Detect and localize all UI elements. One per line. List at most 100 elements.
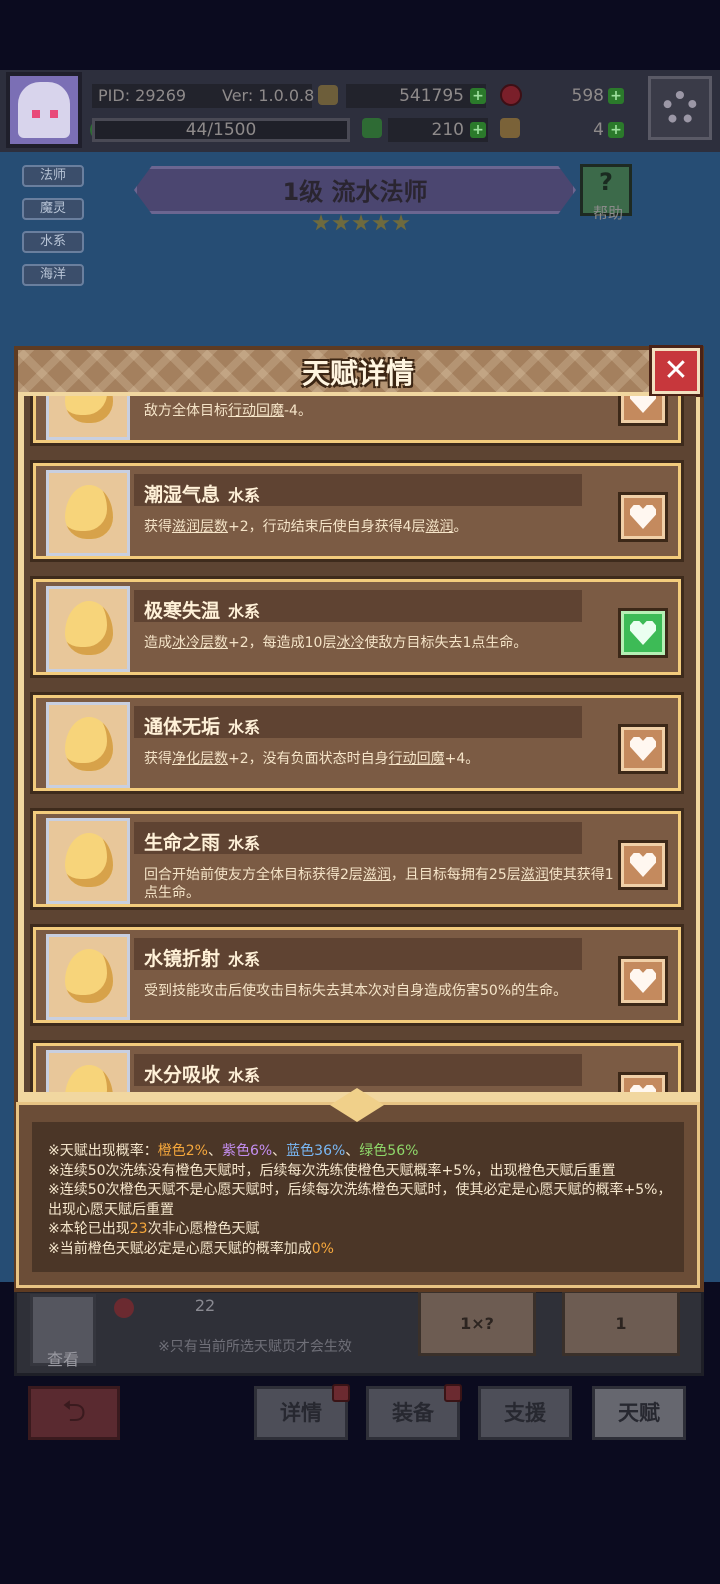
talent-card[interactable]: 水镜折射 水系受到技能攻击后使攻击目标失去其本次对自身造成伤害50%的生命。 xyxy=(30,924,684,1026)
wish-favorite-button[interactable] xyxy=(618,956,668,1006)
keyword-link[interactable]: 行动回魔 xyxy=(228,403,284,419)
add-gold-icon[interactable]: + xyxy=(470,88,486,104)
talent-card[interactable]: 通体无垢 水系 获得净化层数+2，没有负面状态时自身行动回魔+4。 xyxy=(30,692,684,794)
nav-talent-label: 天赋 xyxy=(618,1401,660,1425)
description-text: +2，没有负面状态时自身 xyxy=(228,751,389,767)
modal-title: 天赋详情 xyxy=(301,357,414,390)
notification-dot xyxy=(444,1384,462,1402)
description-text: 造成 xyxy=(144,635,172,651)
nav-talent-button[interactable]: 天赋 xyxy=(592,1386,686,1440)
clover-icon xyxy=(362,118,382,138)
wish-favorite-button[interactable] xyxy=(618,840,668,890)
keyword-link[interactable]: 滋润层数 xyxy=(172,519,228,535)
talent-element: 水系 xyxy=(228,834,261,853)
talent-card[interactable]: 极寒失温 水系 造成冰冷层数+2，每造成10层冰冷使敌方目标失去1点生命。 xyxy=(30,576,684,678)
info-line-5: ※当前橙色天赋必定是心愿天赋的概率加成0% xyxy=(48,1240,678,1260)
keyword-link[interactable]: 净化层数 xyxy=(172,751,228,767)
clover-amount: 210 xyxy=(431,120,464,140)
talent-description: 造成冰冷层数+2，每造成10层冰冷使敌方目标失去1点生命。 xyxy=(144,634,614,652)
talent-card-body: 水分吸收 水系 xyxy=(36,1046,678,1092)
key-amount: 4 xyxy=(593,120,604,140)
separator: 、 xyxy=(345,1143,360,1159)
wish-favorite-button[interactable] xyxy=(618,492,668,542)
class-title: 1级 流水法师 xyxy=(282,178,428,206)
talent-icon-frame xyxy=(46,934,130,1020)
nav-support-button[interactable]: 支援 xyxy=(478,1386,572,1440)
talent-card[interactable]: 生命之雨 水系 回合开始前使友方全体目标获得2层滋润，且目标每拥有25层滋润使其获得… xyxy=(30,808,684,910)
green-rate: 绿色56% xyxy=(359,1143,419,1159)
wish-favorite-button[interactable] xyxy=(618,724,668,774)
keyword-link[interactable]: 滋润 xyxy=(521,867,549,883)
talent-element: 水系 xyxy=(228,486,261,505)
description-text: 受到技能攻击后使攻击目标失去其本次对自身造成伤害50%的生命。 xyxy=(144,983,568,999)
talent-card[interactable]: 敌方全体目标行动回魔-4。 xyxy=(30,396,684,446)
close-icon: ✕ xyxy=(663,353,689,388)
description-text: 获得 xyxy=(144,751,172,767)
water-drop-icon xyxy=(65,396,113,423)
talent-icon-frame xyxy=(46,396,130,440)
nav-equip-label: 装备 xyxy=(392,1401,434,1425)
class-tag-spirit: 魔灵 xyxy=(22,198,84,220)
heart-icon xyxy=(630,1085,656,1092)
water-drop-icon xyxy=(65,717,113,771)
back-button[interactable]: ⮌ xyxy=(28,1386,120,1440)
wish-bonus-value: 0% xyxy=(311,1240,334,1257)
talent-card-body: 水镜折射 水系受到技能攻击后使攻击目标失去其本次对自身造成伤害50%的生命。 xyxy=(36,930,678,1020)
wish-favorite-button[interactable] xyxy=(618,1072,668,1092)
info-text: ※当前橙色天赋必定是心愿天赋的概率加成 xyxy=(48,1240,312,1257)
blue-rate: 蓝色36% xyxy=(286,1143,346,1159)
keyword-link[interactable]: 滋润 xyxy=(363,867,391,883)
probability-info: ※天赋出现概率：橙色2%、紫色6%、蓝色36%、绿色56% ※连续50次洗练没有… xyxy=(48,1142,678,1259)
wish-favorite-button[interactable] xyxy=(618,396,668,426)
gold-coin-icon xyxy=(318,85,338,105)
wish-favorite-button[interactable] xyxy=(618,608,668,658)
talent-description: 受到技能攻击后使攻击目标失去其本次对自身造成伤害50%的生命。 xyxy=(144,982,614,1000)
nav-support-label: 支援 xyxy=(504,1401,546,1425)
talent-card[interactable]: 水分吸收 水系 xyxy=(30,1040,684,1092)
heart-icon xyxy=(630,396,656,413)
class-tag-water: 水系 xyxy=(22,231,84,253)
description-text: +4。 xyxy=(444,751,480,767)
gem-amount: 598 xyxy=(571,86,604,106)
water-drop-icon xyxy=(65,1065,113,1092)
talent-card-body: 生命之雨 水系 回合开始前使友方全体目标获得2层滋润，且目标每拥有25层滋润使其获得… xyxy=(36,814,678,904)
description-text: 敌方全体目标 xyxy=(144,403,228,419)
talent-card-body: 通体无垢 水系 获得净化层数+2，没有负面状态时自身行动回魔+4。 xyxy=(36,698,678,788)
question-icon: ? xyxy=(599,168,613,196)
keyword-link[interactable]: 冰冷层数 xyxy=(172,635,228,651)
water-drop-icon xyxy=(65,949,113,1003)
info-text: ※本轮已出现 xyxy=(48,1221,130,1237)
heart-icon xyxy=(630,737,656,761)
exp-text: 44/1500 xyxy=(185,120,257,140)
description-text: -4。 xyxy=(284,403,312,419)
player-avatar[interactable] xyxy=(6,72,82,148)
add-key-icon[interactable]: + xyxy=(608,122,624,138)
heart-icon xyxy=(630,505,656,529)
heart-icon xyxy=(630,621,656,645)
talent-icon-frame xyxy=(46,702,130,788)
gold-amount: 541795 xyxy=(399,86,464,106)
potion-count: 22 xyxy=(194,1296,216,1315)
talent-element: 水系 xyxy=(228,1066,261,1085)
talent-icon-frame xyxy=(46,1050,130,1092)
keyword-link[interactable]: 冰冷 xyxy=(336,635,364,651)
description-text: +2，行动结束后使自身获得4层 xyxy=(228,519,426,535)
talent-card[interactable]: 潮湿气息 水系 获得滋润层数+2，行动结束后使自身获得4层滋润。 xyxy=(30,460,684,562)
talent-card-body: 潮湿气息 水系 获得滋润层数+2，行动结束后使自身获得4层滋润。 xyxy=(36,466,678,556)
add-gem-icon[interactable]: + xyxy=(608,88,624,104)
description-text: 使敌方目标失去1点生命。 xyxy=(364,635,528,651)
talent-description: 获得净化层数+2，没有负面状态时自身行动回魔+4。 xyxy=(144,750,614,768)
description-text: 回合开始前使友方全体目标获得2层 xyxy=(144,867,363,883)
talent-name: 水镜折射 水系 xyxy=(144,948,261,970)
talent-element: 水系 xyxy=(228,950,261,969)
close-button[interactable]: ✕ xyxy=(652,348,700,394)
help-label: 帮助 xyxy=(592,204,623,222)
keyword-link[interactable]: 滋润 xyxy=(426,519,454,535)
settings-button[interactable] xyxy=(648,76,712,140)
description-text: 。 xyxy=(453,519,468,535)
add-clover-icon[interactable]: + xyxy=(470,122,486,138)
talent-element: 水系 xyxy=(228,602,261,621)
talent-list[interactable]: 敌方全体目标行动回魔-4。 潮湿气息 水系 获得滋润层数+2，行动结束后使自身获得4层… xyxy=(24,396,696,1092)
keyword-link[interactable]: 行动回魔 xyxy=(389,751,445,767)
water-drop-icon xyxy=(65,601,113,655)
